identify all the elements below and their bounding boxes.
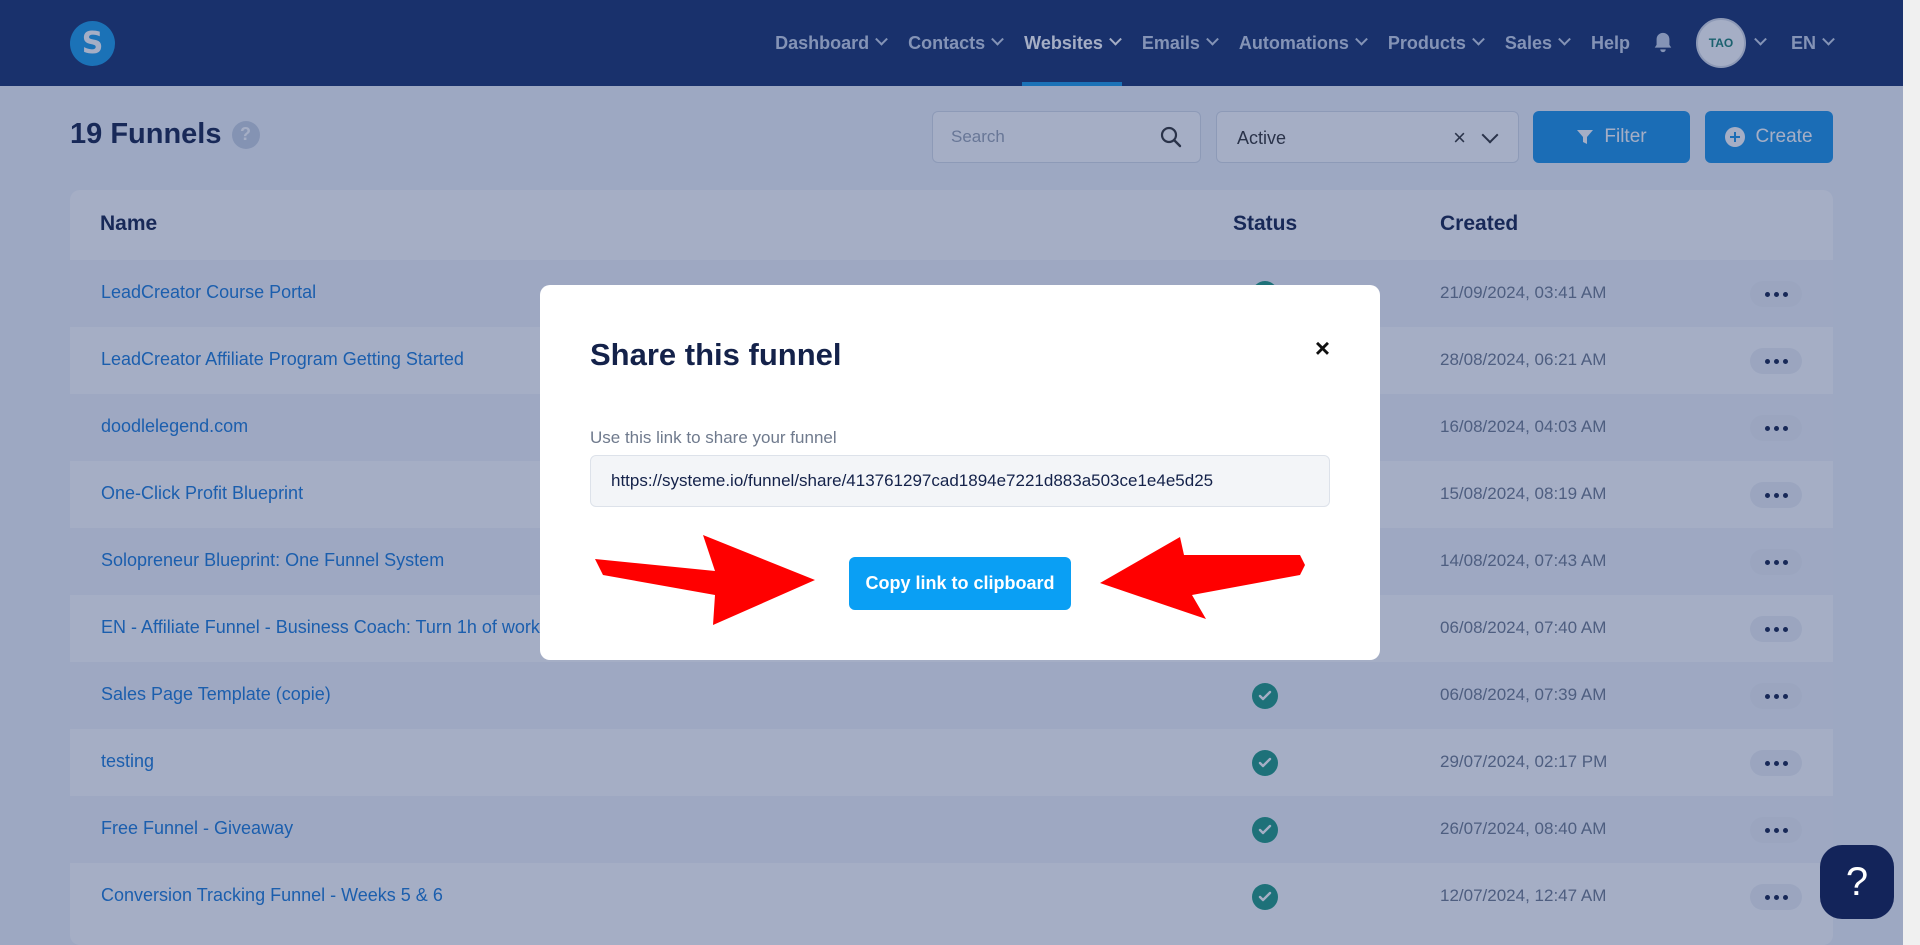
modal-title: Share this funnel (590, 337, 842, 372)
annotation-arrow-left-icon (1100, 537, 1305, 619)
share-funnel-modal: Share this funnel × Use this link to sha… (540, 285, 1380, 660)
share-link-label: Use this link to share your funnel (590, 428, 837, 447)
copy-link-button[interactable]: Copy link to clipboard (849, 557, 1071, 610)
page-scrollbar[interactable] (1903, 0, 1920, 945)
share-link-field[interactable] (590, 455, 1330, 507)
close-icon[interactable]: × (1315, 333, 1330, 364)
help-chat-button[interactable]: ? (1820, 845, 1894, 919)
annotation-arrow-right-icon (595, 535, 815, 625)
